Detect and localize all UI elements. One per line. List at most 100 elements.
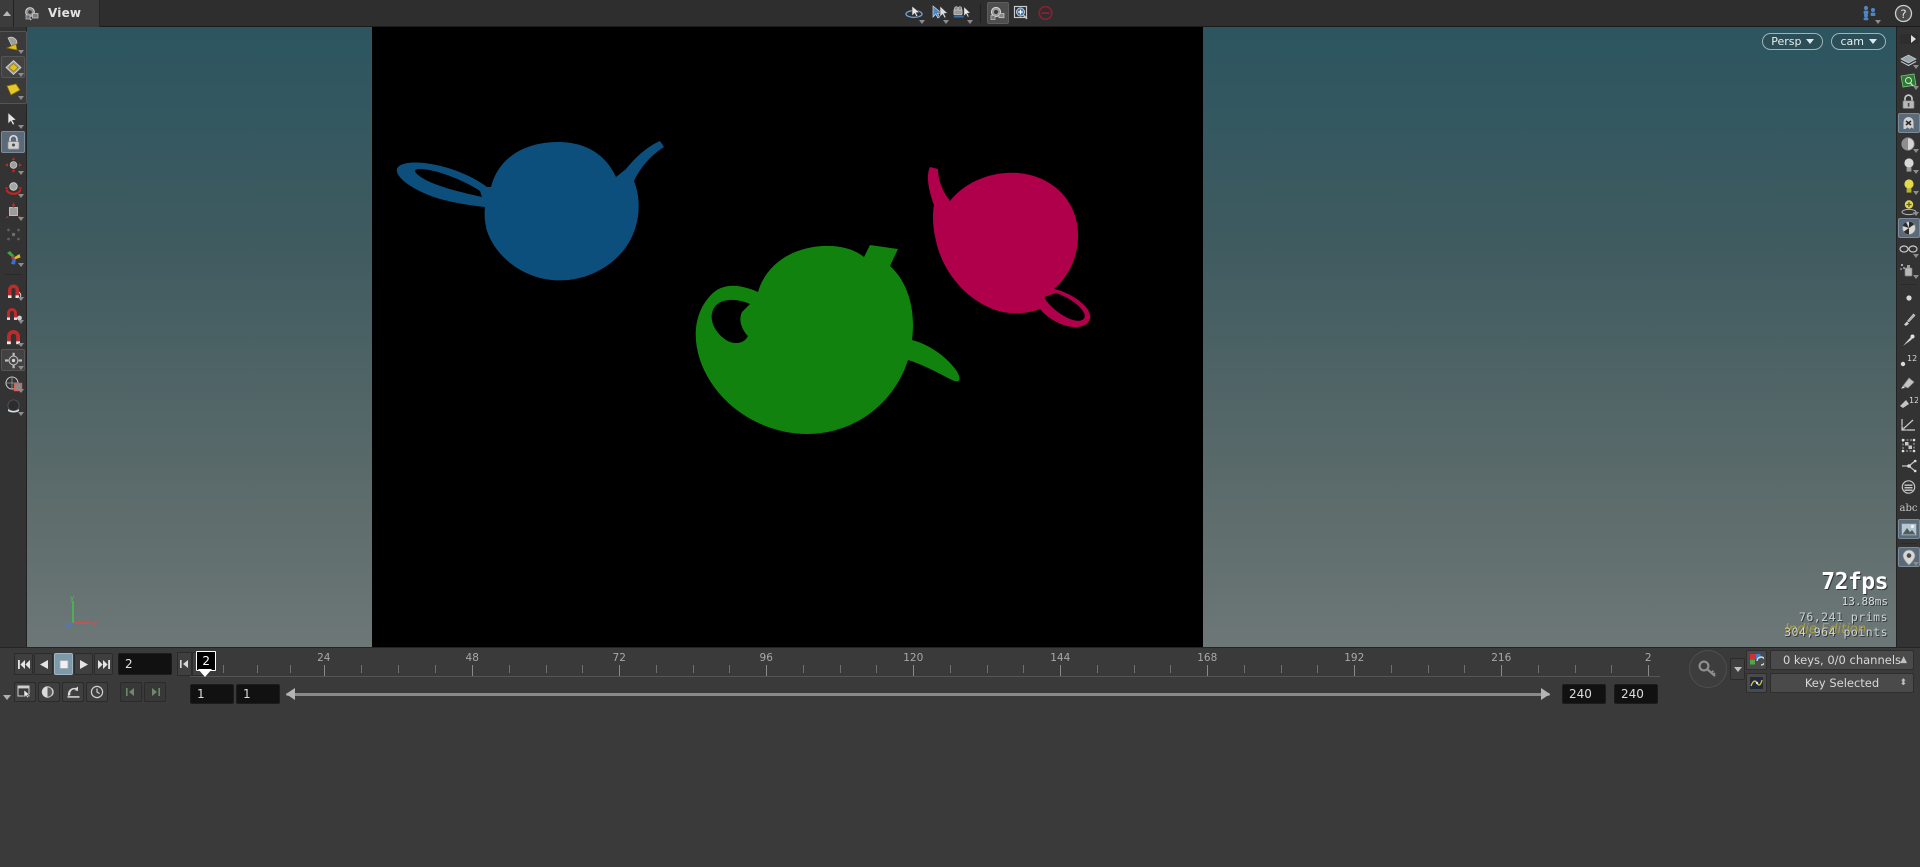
- headlight-button[interactable]: [1898, 155, 1920, 175]
- lock-view-button[interactable]: [1898, 92, 1920, 112]
- bounding-box-button[interactable]: [1898, 435, 1920, 455]
- playhead[interactable]: 2: [196, 651, 217, 677]
- camera-view-tool[interactable]: [986, 2, 1009, 24]
- camera-dropdown[interactable]: cam: [1831, 33, 1886, 50]
- lock-icon: [7, 134, 19, 149]
- toolbar-right-icons: ?: [1860, 2, 1920, 24]
- view-mode-dropdown[interactable]: Persp: [1762, 33, 1824, 50]
- diamond-tool[interactable]: [1, 56, 25, 78]
- play-backward-button[interactable]: [34, 653, 53, 675]
- realtime-button[interactable]: [62, 682, 84, 702]
- time-button[interactable]: [86, 682, 108, 702]
- bbox-checker-icon: [1901, 438, 1916, 452]
- light-handle-button[interactable]: [1898, 197, 1920, 217]
- chevron-down-icon: [1912, 170, 1919, 174]
- timeline-ruler[interactable]: 24 48 72 96 120 144 168 192 216 2 2: [190, 651, 1660, 677]
- material-ball-tool[interactable]: [1, 395, 25, 417]
- square-tool[interactable]: [1, 79, 25, 101]
- current-frame-field[interactable]: 2: [118, 653, 172, 675]
- channel-color-icon-button[interactable]: [1746, 650, 1767, 670]
- range-end-field[interactable]: 240: [1562, 684, 1606, 704]
- timeline-minor-tick: [435, 665, 437, 673]
- point-display-button[interactable]: [1898, 288, 1920, 308]
- jump-to-end-button[interactable]: [94, 653, 113, 675]
- timeline-tick-label: 144: [1050, 652, 1071, 664]
- chevron-down-icon: [1912, 86, 1919, 90]
- paint-spray-button[interactable]: [1898, 260, 1920, 280]
- axis-gizmo-tool[interactable]: [1, 246, 25, 268]
- orbit-tool[interactable]: [904, 2, 926, 24]
- pivot-tool[interactable]: [1, 223, 25, 245]
- connectivity-button[interactable]: [1898, 456, 1920, 476]
- render-region[interactable]: [372, 27, 1203, 647]
- viewport[interactable]: Persp cam y z x Indie Edition 72fps 13.8: [27, 27, 1896, 647]
- range-track[interactable]: [286, 693, 1550, 696]
- range-knob-right[interactable]: [1541, 688, 1550, 700]
- pin-icon: [1903, 334, 1915, 346]
- measure-angle-button[interactable]: [1898, 414, 1920, 434]
- disable-tool[interactable]: [1035, 2, 1057, 24]
- prim-numbers-button[interactable]: 12: [1898, 393, 1920, 413]
- snap-point-tool[interactable]: [1, 303, 25, 325]
- scale-tool[interactable]: [1, 200, 25, 222]
- handle-tool[interactable]: [1, 33, 25, 55]
- timeline-tick: [472, 665, 474, 676]
- prev-key-button[interactable]: [120, 682, 142, 702]
- channel-row: 0 keys, 0/0 channels ▲: [1746, 650, 1914, 670]
- display-layers-button[interactable]: [1898, 50, 1920, 70]
- location-pin-button[interactable]: [1897, 547, 1920, 567]
- key-selected-button[interactable]: Key Selected ⬍: [1770, 673, 1914, 693]
- select-arrow-tool[interactable]: [1, 108, 25, 130]
- help-button[interactable]: ?: [1892, 2, 1914, 24]
- background-image-button[interactable]: [1897, 519, 1920, 539]
- chevron-down-icon: [18, 389, 24, 393]
- network-users-icon-button[interactable]: [1860, 2, 1882, 24]
- view-tab[interactable]: View: [14, 0, 101, 27]
- brush-tool-button[interactable]: [1898, 309, 1920, 329]
- object-mode-tool[interactable]: [1, 349, 25, 371]
- display-options-button[interactable]: [1898, 71, 1920, 91]
- audio-button[interactable]: [38, 682, 60, 702]
- range-start-field[interactable]: 1: [236, 684, 280, 704]
- select-hand-button[interactable]: [1898, 372, 1920, 392]
- point-numbers-button[interactable]: 12: [1898, 351, 1920, 371]
- set-key-button[interactable]: [1689, 650, 1727, 688]
- camera-cursor-tool[interactable]: [952, 2, 974, 24]
- stop-button[interactable]: [54, 653, 73, 675]
- chevron-down-icon: [18, 263, 24, 267]
- construction-plane-tool[interactable]: [1, 372, 25, 394]
- lock-handles-tool[interactable]: [1, 131, 25, 153]
- realtime-icon: [67, 686, 79, 698]
- panel-pin-button[interactable]: [0, 0, 14, 27]
- chevron-down-icon: [1912, 191, 1919, 195]
- select-tool[interactable]: [928, 2, 950, 24]
- play-forward-button[interactable]: [74, 653, 93, 675]
- ghost-x-icon: [1903, 117, 1914, 129]
- key-options-dropdown[interactable]: [1730, 658, 1745, 680]
- snap-grid-tool[interactable]: [1, 326, 25, 348]
- rotate-tool[interactable]: [1, 177, 25, 199]
- text-display-button[interactable]: abc: [1898, 498, 1920, 518]
- xray-glasses-button[interactable]: [1898, 239, 1920, 259]
- ghost-display-button[interactable]: [1897, 113, 1920, 133]
- zoom-region-tool[interactable]: [1011, 2, 1033, 24]
- timeline-minor-tick: [1317, 665, 1319, 673]
- snap-magnet-tool[interactable]: [1, 280, 25, 302]
- keys-channels-button[interactable]: 0 keys, 0/0 channels ▲: [1770, 650, 1914, 670]
- scene-light-button[interactable]: [1898, 176, 1920, 196]
- jump-to-start-button[interactable]: [14, 653, 33, 675]
- snapshot-button[interactable]: [14, 682, 36, 702]
- move-tool[interactable]: [1, 154, 25, 176]
- material-preview-button[interactable]: [1897, 218, 1920, 238]
- pin-marker-button[interactable]: [1898, 330, 1920, 350]
- next-key-button[interactable]: [144, 682, 166, 702]
- range-end-global-field[interactable]: 240: [1614, 684, 1658, 704]
- curve-editor-icon-button[interactable]: [1746, 673, 1767, 693]
- shaded-sphere-button[interactable]: [1898, 134, 1920, 154]
- orbit-cursor-icon: [904, 5, 923, 19]
- range-knob-left[interactable]: [286, 688, 295, 700]
- stack-circle-button[interactable]: [1898, 477, 1920, 497]
- expand-panel-button[interactable]: [1898, 29, 1920, 49]
- playbar-collapse-button[interactable]: [0, 648, 14, 706]
- range-start-global-field[interactable]: 1: [190, 684, 234, 704]
